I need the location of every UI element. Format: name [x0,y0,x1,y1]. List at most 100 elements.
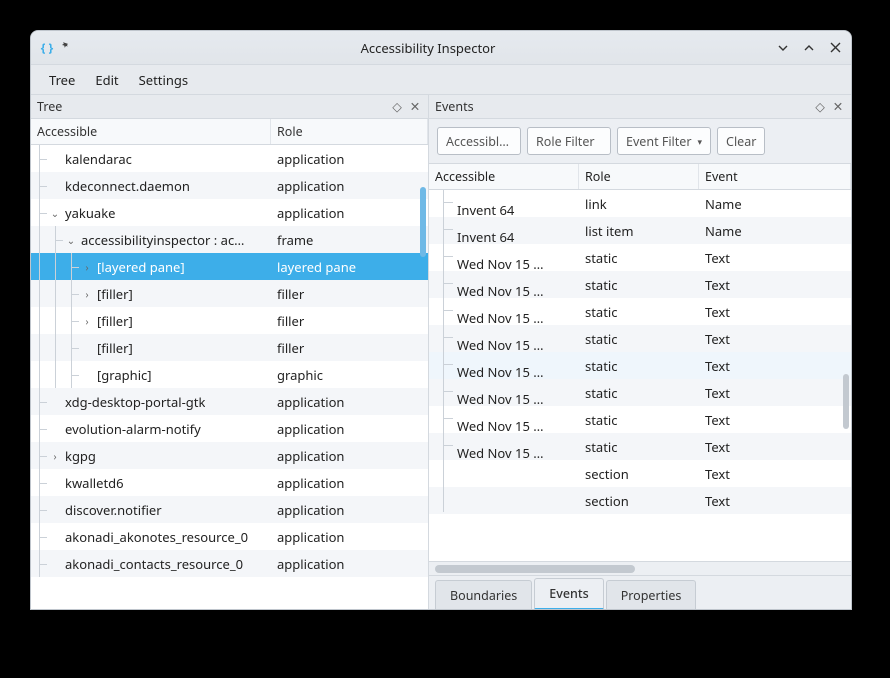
event-row[interactable]: Invent 64list itemName [429,217,851,244]
event-row[interactable]: Wed Nov 15 …staticText [429,406,851,433]
tree-scrollbar[interactable] [420,187,426,257]
col-accessible[interactable]: Accessible [31,119,271,144]
event-rows[interactable]: Invent 64linkNameInvent 64list itemNameW… [429,190,851,561]
tree-branch-icon [435,485,457,512]
event-type: Text [699,438,851,456]
event-role: static [579,438,699,456]
menu-tree[interactable]: Tree [39,67,85,93]
event-row[interactable]: Wed Nov 15 …staticText [429,433,851,460]
tree-row[interactable]: kalendarac application [31,145,428,172]
titlebar[interactable]: { } Accessibility Inspector [31,31,851,65]
event-role: section [579,492,699,510]
close-button[interactable] [827,40,843,56]
event-row[interactable]: sectionText [429,487,851,514]
minimize-button[interactable] [775,40,791,56]
tree-row[interactable]: ›[layered pane]layered pane [31,253,428,280]
col-role[interactable]: Role [271,119,428,144]
menubar: Tree Edit Settings [31,65,851,95]
tab-events[interactable]: Events [534,578,603,609]
tree-pane-header: Tree ◇ ✕ [31,95,428,119]
chevron-right-icon[interactable]: › [79,259,95,275]
event-row[interactable]: Wed Nov 15 …staticText [429,352,851,379]
event-role: list item [579,222,699,240]
evcol-event[interactable]: Event [699,164,851,189]
tree-item-label: yakuake [63,204,115,222]
events-v-scrollbar[interactable] [843,374,849,429]
chevron-down-icon[interactable]: ⌄ [47,205,63,221]
tab-boundaries[interactable]: Boundaries [435,580,532,609]
event-row[interactable]: sectionText [429,460,851,487]
event-role: static [579,276,699,294]
events-pane-title: Events [435,98,474,115]
tree-item-role: layered pane [271,258,428,276]
tree-row[interactable]: ›[filler]filler [31,307,428,334]
float-pane-icon[interactable]: ◇ [390,100,404,114]
tree-item-role: application [271,555,428,573]
tree-row[interactable]: akonadi_contacts_resource_0application [31,550,428,577]
evcol-role[interactable]: Role [579,164,699,189]
event-filter-dropdown[interactable]: Event Filter ▾ [617,127,711,155]
tree-row[interactable]: [filler]filler [31,334,428,361]
event-type: Text [699,276,851,294]
event-role: static [579,411,699,429]
menu-settings[interactable]: Settings [129,67,198,93]
event-type: Text [699,492,851,510]
tree-row[interactable]: kdeconnect.daemonapplication [31,172,428,199]
tree-branch-icon [435,215,457,242]
tree-rows[interactable]: kalendarac application kdeconnect.daemonap… [31,145,428,577]
event-row[interactable]: Wed Nov 15 …staticText [429,298,851,325]
pin-icon[interactable] [59,40,75,56]
tree-item-label: kalendarac [63,150,132,168]
event-type: Name [699,222,851,240]
tree-row[interactable]: kwalletd6application [31,469,428,496]
tree-row[interactable]: xdg-desktop-portal-gtkapplication [31,388,428,415]
tree-row[interactable]: [graphic]graphic [31,361,428,388]
float-events-icon[interactable]: ◇ [813,100,827,114]
tree-branch-icon [435,242,457,269]
chevron-down-icon[interactable]: ⌄ [63,232,79,248]
tree-item-label: kgpg [63,447,96,465]
tree-row[interactable]: evolution-alarm-notifyapplication [31,415,428,442]
event-type: Text [699,249,851,267]
tree-row[interactable]: discover.notifierapplication [31,496,428,523]
maximize-button[interactable] [801,40,817,56]
tree-item-label: xdg-desktop-portal-gtk [63,393,205,411]
tree-branch-icon [435,269,457,296]
event-row[interactable]: Wed Nov 15 …staticText [429,244,851,271]
accessible-filter[interactable]: Accessibl… [437,127,521,155]
tree-item-role: application [271,150,428,168]
event-type: Text [699,330,851,348]
event-type: Name [699,195,851,213]
close-pane-icon[interactable]: ✕ [408,100,422,114]
event-row[interactable]: Invent 64linkName [429,190,851,217]
events-h-scrollbar[interactable] [429,561,851,575]
tree-item-role: application [271,420,428,438]
chevron-right-icon[interactable]: › [47,448,63,464]
tree-row[interactable]: ›kgpgapplication [31,442,428,469]
tree-row[interactable]: ⌄yakuake application [31,199,428,226]
event-filter-label: Event Filter [626,133,692,150]
tree-row[interactable]: akonadi_akonotes_resource_0application [31,523,428,550]
close-events-icon[interactable]: ✕ [831,100,845,114]
event-row[interactable]: Wed Nov 15 …staticText [429,379,851,406]
tree-item-role: filler [271,312,428,330]
role-filter[interactable]: Role Filter [527,127,611,155]
clear-button[interactable]: Clear [717,127,765,155]
tree-row[interactable]: ›[filler]filler [31,280,428,307]
event-role: static [579,357,699,375]
tree-branch-icon [435,458,457,485]
evcol-accessible[interactable]: Accessible [429,164,579,189]
tree-item-role: frame [271,231,428,249]
chevron-right-icon[interactable]: › [79,286,95,302]
tree-item-role: application [271,204,428,222]
chevron-right-icon[interactable]: › [79,313,95,329]
event-type: Text [699,465,851,483]
tree-row[interactable]: ⌄accessibilityinspector : ac…frame [31,226,428,253]
tree-branch-icon [435,404,457,431]
event-row[interactable]: Wed Nov 15 …staticText [429,271,851,298]
tab-properties[interactable]: Properties [606,580,697,609]
event-row[interactable]: Wed Nov 15 …staticText [429,325,851,352]
menu-edit[interactable]: Edit [85,67,128,93]
tree-column-headers: Accessible Role [31,119,428,145]
tree-item-role: filler [271,285,428,303]
